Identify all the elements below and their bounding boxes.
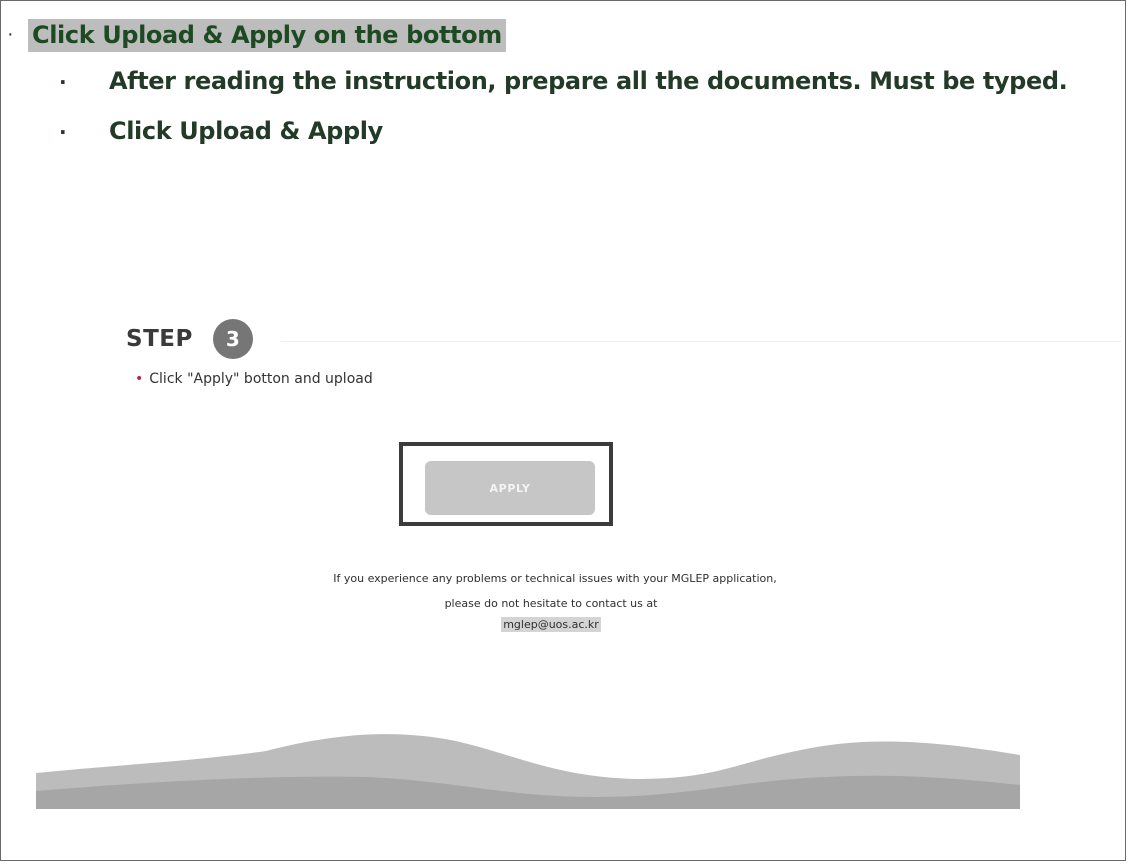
step-label: STEP — [126, 326, 193, 352]
instruction-item-prepare: · After reading the instruction, prepare … — [59, 67, 1068, 95]
contact-email-link[interactable]: mglep@uos.ac.kr — [501, 617, 601, 632]
step-divider — [281, 341, 1121, 342]
instruction-item-text: Click Upload & Apply — [109, 117, 383, 145]
instruction-bullet: • — [135, 371, 144, 387]
heading-bullet: · — [7, 23, 14, 45]
step-header: STEP 3 — [126, 319, 253, 359]
list-bullet: · — [59, 120, 67, 144]
contact-email-line: mglep@uos.ac.kr — [0, 617, 1115, 632]
slide-heading: Click Upload & Apply on the bottom — [28, 19, 506, 52]
step-instruction: • Click "Apply" botton and upload — [135, 371, 373, 387]
instruction-item-upload: · Click Upload & Apply — [59, 117, 383, 145]
contact-text-line2: please do not hesitate to contact us at — [444, 597, 658, 610]
apply-button[interactable]: APPLY — [425, 461, 595, 515]
footer-wave-decoration — [36, 734, 1020, 809]
list-bullet: · — [59, 70, 67, 94]
instruction-item-text: After reading the instruction, prepare a… — [109, 67, 1068, 95]
instruction-text: Click "Apply" botton and upload — [149, 371, 373, 387]
contact-text-line1: If you experience any problems or techni… — [333, 572, 777, 585]
slide: · Click Upload & Apply on the bottom · Af… — [0, 0, 1126, 861]
step-number-badge: 3 — [212, 319, 253, 359]
